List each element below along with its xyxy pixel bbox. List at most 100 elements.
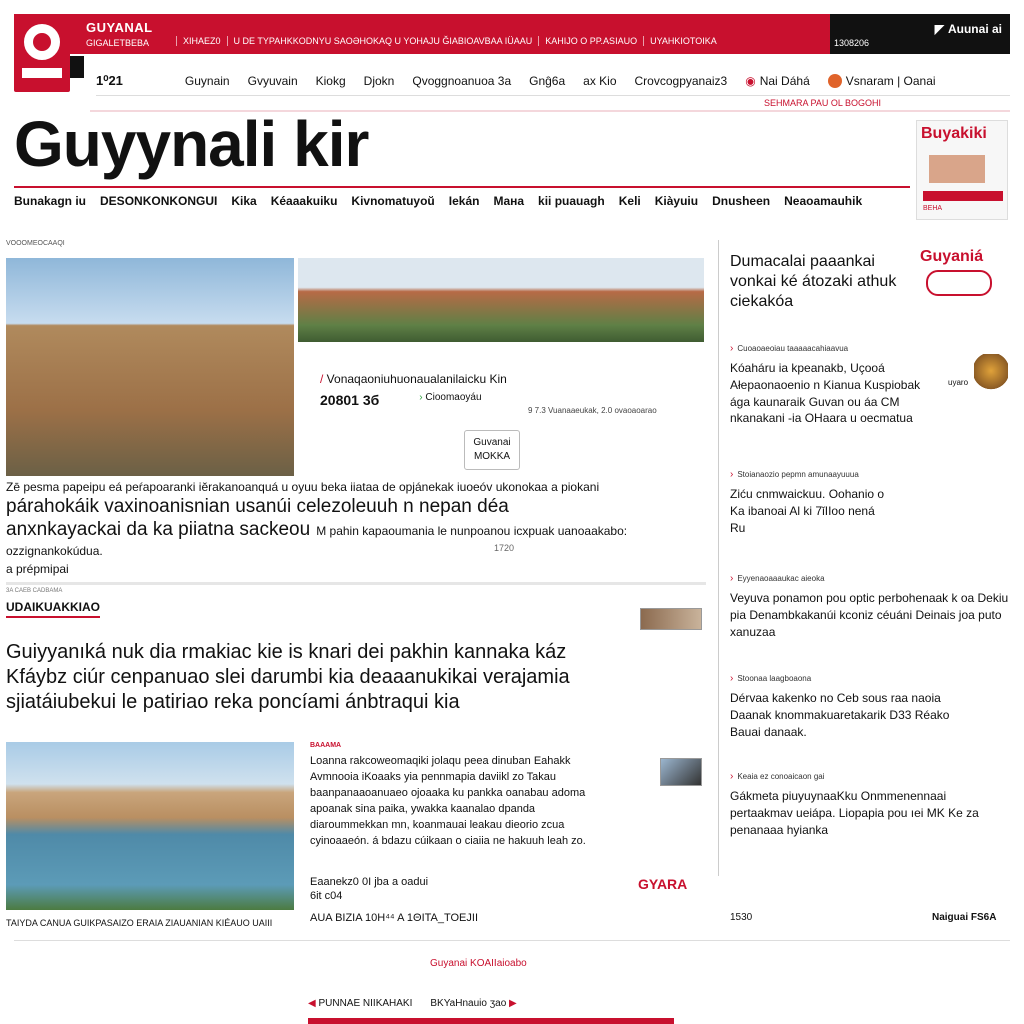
story-kicker: BAAAMA [310, 742, 342, 749]
slash-icon: / [320, 372, 327, 386]
top-ad[interactable]: Buyakiki BEHA [916, 120, 1008, 220]
section-2-kicker: 3A CAEB CADBAMA [6, 588, 63, 594]
feature-meta: 9 7.3 Vuanaaeukak, 2.0 ovaoaoarao [528, 406, 657, 415]
secnav-item[interactable]: Qvoggnoanuoa 3a [412, 74, 511, 88]
brand-subtitle: GIGALETBEBA [86, 38, 150, 48]
main-nav-item[interactable]: Maнa [493, 194, 524, 208]
lead-inline-text: M pahin kapaoumania le nunpoanou icxpuak… [316, 523, 628, 538]
secondary-nav: 1⁰21 Guynain Gvyuvain Kiokg Djokn Qvoggn… [96, 66, 1010, 96]
main-nav-item[interactable]: DESONKONKONGUI [100, 194, 217, 208]
feature-number: 20801 3б [320, 392, 380, 408]
sidebar-item-body: Kóaháru ia kpeanakb, Uçooá Ałepaonaoenio… [730, 361, 921, 426]
edition-number: 1⁰21 [96, 72, 123, 88]
ad-banner [923, 191, 1003, 201]
lead-headline-line1: párahokáik vaxinoanisnian usanúi celezol… [6, 496, 509, 517]
sidebar-item[interactable]: Keaia ez conoaicaon gai Gákmeta piuyuyna… [730, 770, 1010, 838]
logo-bar-icon [22, 68, 62, 78]
account-link[interactable]: ◤ Auunai ai [935, 22, 1002, 36]
secnav-pill-1[interactable]: ◉ Nai Dáhá [745, 74, 810, 88]
sidebar-thumbnail[interactable] [974, 354, 1008, 396]
sidebar-divider [718, 240, 719, 876]
sidebar-item-body: Veyuva ponamon pou optic perbohenaak k o… [730, 591, 1009, 639]
main-nav-item[interactable]: Keli [619, 194, 641, 208]
main-nav-item[interactable]: Kivnomatuyoŭ [351, 194, 434, 208]
main-nav-item[interactable]: Iekán [449, 194, 480, 208]
secnav-item[interactable]: Kiokg [316, 74, 346, 88]
lead-image-cathedral[interactable] [6, 258, 294, 476]
sidebar-item[interactable]: Eyyenaoaaaukac aieoka Veyuva ponamon pou… [730, 572, 1010, 640]
logo-ring-icon [24, 24, 60, 60]
section-2-headline-line: Kfáybz ciúr cenpanuao slei darumbi kia d… [6, 666, 570, 688]
story-image-river[interactable] [6, 742, 294, 910]
secnav-pill-label: Vsnaram | Oanai [845, 73, 936, 88]
secnav-item[interactable]: Crovcogpyanaiz3 [635, 74, 728, 88]
sidebar-headline[interactable]: Dumacalai paaankai vonkai ké átozaki ath… [730, 252, 910, 312]
shield-icon: ◤ [934, 22, 944, 36]
footer-nav: ◀ PUNNAE NIIKAHAKI BKYaHnauio ʒao ▶ [308, 998, 517, 1009]
secnav-item[interactable]: Gvyuvain [248, 74, 298, 88]
footer-nav-item[interactable]: BKYaHnauio ʒao ▶ [430, 998, 516, 1009]
lead-tail-1: ozzignankokúdua. [6, 544, 103, 558]
top-nav-link[interactable]: UYAHKIOTOIKA [643, 36, 717, 46]
secnav-pill-label: Nai Dáhá [759, 73, 810, 88]
sidebar-item[interactable]: Stoonaa laagboaona Dérvaa kakenko no Ceb… [730, 672, 1010, 740]
main-nav-item[interactable]: Bunakagn iu [14, 194, 86, 208]
secnav-item[interactable]: ax Kio [583, 74, 616, 88]
secnav-item[interactable]: Guynain [185, 74, 230, 88]
feature-button-line1: Guvanai [473, 437, 511, 448]
triangle-right-icon: ▶ [506, 998, 517, 1009]
footer-left: 1530 [730, 912, 753, 923]
section-2-headline-line: sjiatáiubekui le patiriao reka poncíami … [6, 691, 460, 713]
secnav-item[interactable]: Djokn [364, 74, 395, 88]
logo-accent [70, 56, 84, 78]
tv-icon: ◉ [745, 73, 756, 88]
story-foot: Eaanekz0 0I jba a oadui [310, 876, 429, 888]
feature-tag-label: Cioomaoyáu [425, 392, 482, 403]
tagline: SEHMARA PAU OL BOGOHI [764, 98, 882, 108]
sidebar-item-body: Dérvaa kakenko no Ceb sous raa naoia Daa… [730, 691, 950, 739]
feature-tag[interactable]: › Cioomaoyáu [419, 392, 481, 408]
sidebar-logo[interactable]: Guyaniá [920, 248, 983, 266]
lead-headline[interactable]: párahokáik vaxinoanisnian usanúi celezol… [6, 496, 696, 542]
footer-right[interactable]: Naiguai FS6A [932, 912, 996, 923]
main-nav-item[interactable]: Neaoamauhik [784, 194, 862, 208]
story-foot: AUA BIZIA 10H⁴⁴ A 1ΘITA_TOEJII [310, 912, 479, 924]
top-nav-link[interactable]: KAHIJO O PP.ASIAUO [538, 36, 637, 46]
section-2-thumbnail[interactable] [640, 608, 702, 630]
lead-image-village[interactable] [298, 258, 704, 342]
site-logo[interactable] [14, 14, 70, 92]
chevron-right-icon: › [419, 392, 423, 403]
main-nav-item[interactable]: Kéaaakuiku [271, 194, 338, 208]
feature-headline-text: Vonaqaoniuhuonaualanilaicku Kin [326, 372, 507, 386]
footer-divider [14, 940, 1010, 941]
sidebar-item-kicker: Eyyenaoaaaukac aieoka [730, 572, 1010, 586]
section-2-headline[interactable]: Guiyyanıká nuk dia rmakiac kie is knari … [6, 640, 706, 715]
footer-nav-label: BKYaHnauio ʒao [430, 998, 507, 1009]
feature-box: / Vonaqaoniuhuonaualanilaicku Kin 20801 … [320, 372, 507, 408]
feature-button[interactable]: Guvanai MOKKA [464, 430, 520, 470]
sidebar-thumbnail-caption: uyaro [948, 378, 969, 387]
main-nav-item[interactable]: kii puauagh [538, 194, 605, 208]
top-nav-link[interactable]: XIHAEZ0 [176, 36, 221, 46]
account-label: Auunai ai [947, 22, 1002, 36]
partner-logo[interactable]: GYARA [638, 876, 687, 892]
radio-icon [827, 73, 842, 88]
sidebar-item[interactable]: Stoianaozio pepmn amunaayuuua Ziću cnmwa… [730, 468, 1010, 536]
main-nav-item[interactable]: Dnusheen [712, 194, 770, 208]
secnav-item[interactable]: Gnĝ6a [529, 74, 565, 88]
story-thumbnail[interactable] [660, 758, 702, 786]
feature-headline[interactable]: / Vonaqaoniuhuonaualanilaicku Kin [320, 372, 507, 386]
secnav-pill-2[interactable]: Vsnaram | Oanai [827, 73, 936, 88]
ad-title: Buyakiki [921, 125, 987, 142]
section-label: VOOOMEOCAAQI [6, 240, 65, 247]
sidebar-item-kicker: Cuoaoaeoiau taaaaacahiaavua [730, 342, 1010, 356]
main-nav-item[interactable]: Kiàyuiu [655, 194, 698, 208]
top-nav-link[interactable]: U DE TYPAHKKODNYU SAOƏHOKAQ U YOHAJU ĞIA… [226, 36, 532, 46]
main-nav-item[interactable]: Kika [231, 194, 256, 208]
footer-logo[interactable]: Guyanai KOAIIaioabo [430, 958, 527, 969]
masthead-title[interactable]: Guyynali kir [14, 112, 369, 176]
section-2-title[interactable]: UDAIKUAKKIAO [6, 600, 100, 618]
footer-nav-item[interactable]: ◀ PUNNAE NIIKAHAKI [308, 998, 412, 1009]
triangle-left-icon: ◀ [308, 998, 319, 1009]
lead-tail-2: a prépmipai [6, 562, 69, 576]
